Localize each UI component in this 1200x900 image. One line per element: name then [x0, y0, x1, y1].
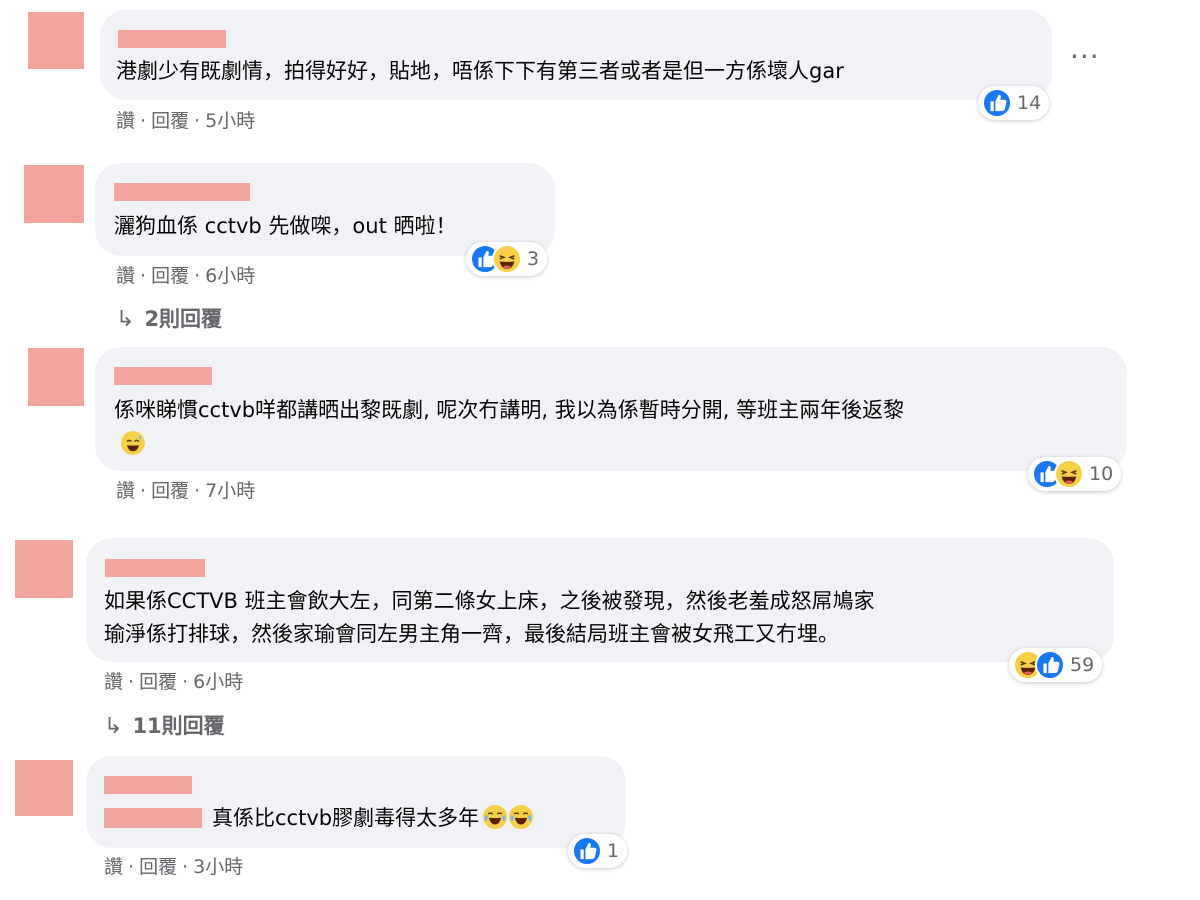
reply-arrow-icon: ↳: [104, 714, 123, 739]
laughing-crying-icon: [509, 805, 534, 829]
comment-text-body: 真係比cctvb膠劇毒得太多年: [212, 806, 480, 830]
reply-button[interactable]: 回覆: [151, 480, 189, 502]
comment-timestamp[interactable]: 5小時: [205, 110, 255, 132]
commenter-name[interactable]: [104, 776, 192, 794]
reply-arrow-icon: ↳: [116, 307, 135, 332]
comment-actions: 讚 · 回覆 · 6小時: [104, 667, 243, 694]
avatar[interactable]: [15, 760, 73, 816]
reaction-count: 59: [1070, 654, 1095, 676]
commenter-name[interactable]: [105, 559, 205, 577]
avatar[interactable]: [28, 348, 84, 406]
separator: ·: [194, 110, 201, 132]
like-button[interactable]: 讚: [104, 856, 123, 878]
sweat-smile-icon: [121, 431, 145, 455]
reaction-count: 1: [607, 840, 620, 862]
comment-actions: 讚 · 回覆 · 3小時: [104, 852, 243, 879]
comment-text: 係咪睇慣cctvb咩都講晒出黎既劇, 呢次冇講明, 我以為係暫時分開, 等班主兩…: [114, 398, 905, 422]
separator: ·: [128, 856, 135, 878]
avatar[interactable]: [15, 540, 73, 598]
like-button[interactable]: 讚: [116, 480, 135, 502]
comment-actions: 讚 · 回覆 · 6小時: [116, 261, 255, 288]
avatar[interactable]: [24, 165, 84, 223]
comment-text: 灑狗血係 cctvb 先做㗎，out 晒啦！: [114, 214, 457, 238]
view-replies-link[interactable]: ↳ 2則回覆: [116, 303, 222, 333]
view-replies-link[interactable]: ↳ 11則回覆: [104, 710, 225, 740]
commenter-name[interactable]: [118, 30, 226, 48]
comment-actions: 讚 · 回覆 · 5小時: [116, 106, 255, 133]
like-button[interactable]: 讚: [116, 110, 135, 132]
reaction-summary[interactable]: 59: [1009, 648, 1103, 682]
comment-actions: 讚 · 回覆 · 7小時: [116, 476, 255, 503]
comment-timestamp[interactable]: 6小時: [193, 671, 243, 693]
reply-button[interactable]: 回覆: [151, 265, 189, 287]
comment-timestamp[interactable]: 7小時: [205, 480, 255, 502]
separator: ·: [194, 480, 201, 502]
like-icon: [982, 88, 1012, 118]
reply-button[interactable]: 回覆: [151, 110, 189, 132]
reaction-summary[interactable]: 10: [1028, 457, 1122, 491]
haha-icon: [1054, 459, 1084, 489]
reaction-summary[interactable]: 14: [978, 86, 1050, 120]
like-icon: [1035, 650, 1065, 680]
comment-timestamp[interactable]: 6小時: [205, 265, 255, 287]
reply-button[interactable]: 回覆: [139, 671, 177, 693]
mentioned-name[interactable]: [104, 808, 202, 828]
commenter-name[interactable]: [114, 183, 250, 201]
commenter-name[interactable]: [114, 367, 212, 385]
reaction-count: 10: [1089, 463, 1114, 485]
separator: ·: [140, 265, 147, 287]
like-icon: [572, 836, 602, 866]
comment-text: 真係比cctvb膠劇毒得太多年: [104, 802, 534, 834]
separator: ·: [140, 110, 147, 132]
reaction-count: 14: [1017, 92, 1042, 114]
comment-text: 如果係CCTVB 班主會飲大左，同第二條女上床，之後被發現，然後老羞成怒屌鳩家: [104, 589, 875, 613]
replies-count-label: 11則回覆: [132, 714, 225, 738]
separator: ·: [140, 480, 147, 502]
reaction-summary[interactable]: 3: [466, 242, 548, 276]
reaction-summary[interactable]: 1: [568, 834, 628, 868]
like-button[interactable]: 讚: [104, 671, 123, 693]
avatar[interactable]: [28, 12, 84, 69]
comment-text: 瑜淨係打排球，然後家瑜會同左男主角一齊，最後結局班主會被女飛工又冇埋。: [104, 622, 839, 646]
comment-text: 港劇少有既劇情，拍得好好，貼地，唔係下下有第三者或者是但一方係壞人gar: [116, 59, 844, 83]
haha-icon: [492, 244, 522, 274]
separator: ·: [194, 265, 201, 287]
reaction-count: 3: [527, 248, 540, 270]
comment-timestamp[interactable]: 3小時: [193, 856, 243, 878]
like-button[interactable]: 讚: [116, 265, 135, 287]
replies-count-label: 2則回覆: [144, 307, 223, 331]
reply-button[interactable]: 回覆: [139, 856, 177, 878]
separator: ·: [182, 856, 189, 878]
more-options-icon[interactable]: ···: [1070, 40, 1100, 73]
separator: ·: [182, 671, 189, 693]
laughing-crying-icon: [483, 805, 508, 829]
separator: ·: [128, 671, 135, 693]
